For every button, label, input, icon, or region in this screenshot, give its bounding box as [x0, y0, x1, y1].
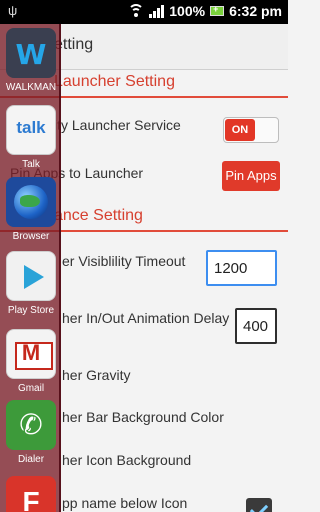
service-label: ity Launcher Service: [54, 117, 181, 133]
bar-color-setting[interactable]: her Bar Background Color: [62, 409, 224, 425]
app-label: WALKMAN: [5, 82, 57, 93]
gravity-setting[interactable]: her Gravity: [62, 367, 130, 383]
app-name-checkbox[interactable]: [246, 498, 272, 512]
gmail-icon: [6, 329, 56, 379]
app-label: Talk: [22, 159, 40, 170]
launcher-sidebar: WALKMAN Talk Browser Play Store Gmail Di…: [0, 24, 61, 512]
service-toggle[interactable]: ON: [223, 117, 279, 143]
clock: 6:32 pm: [229, 3, 282, 19]
app-label: Play Store: [7, 305, 55, 316]
animation-delay-input[interactable]: 400: [235, 308, 277, 344]
status-bar: ψ 100% 6:32 pm: [0, 0, 288, 24]
icon-background-setting[interactable]: her Icon Background: [62, 452, 191, 468]
wifi-icon: [128, 4, 145, 18]
section-title: ance Setting: [54, 207, 143, 224]
visibility-timeout-label: er Visiblility Timeout: [62, 253, 186, 269]
app-label: Gmail: [17, 383, 45, 394]
animation-delay-label: her In/Out Animation Delay: [62, 310, 230, 326]
visibility-timeout-input[interactable]: 1200: [206, 250, 277, 286]
dialer-icon: [6, 400, 56, 450]
toggle-on-label: ON: [225, 119, 255, 141]
pin-apps-button[interactable]: Pin Apps: [222, 161, 280, 191]
browser-icon: [6, 177, 56, 227]
talk-icon: [6, 105, 56, 155]
section-title: Launcher Setting: [54, 73, 175, 90]
status-icons: 100% 6:32 pm: [128, 3, 282, 19]
sidebar-app-play-store[interactable]: Play Store: [3, 251, 59, 316]
sidebar-app-talk[interactable]: Talk: [3, 105, 59, 170]
sidebar-app-walkman[interactable]: WALKMAN: [3, 28, 59, 93]
flipboard-icon: [6, 476, 56, 512]
sidebar-app-gmail[interactable]: Gmail: [3, 329, 59, 394]
battery-icon: [210, 4, 225, 16]
walkman-icon: [6, 28, 56, 78]
sidebar-app-dialer[interactable]: Dialer: [3, 400, 59, 465]
signal-icon: [149, 4, 165, 18]
app-name-below-icon-label: pp name below Icon: [62, 495, 188, 511]
play-store-icon: [6, 251, 56, 301]
battery-percent: 100%: [169, 3, 206, 19]
app-label: Browser: [12, 231, 50, 242]
sidebar-app-flipboard[interactable]: [3, 476, 59, 512]
sidebar-app-browser[interactable]: Browser: [3, 177, 59, 242]
usb-icon: ψ: [8, 3, 18, 18]
app-label: Dialer: [17, 454, 45, 465]
